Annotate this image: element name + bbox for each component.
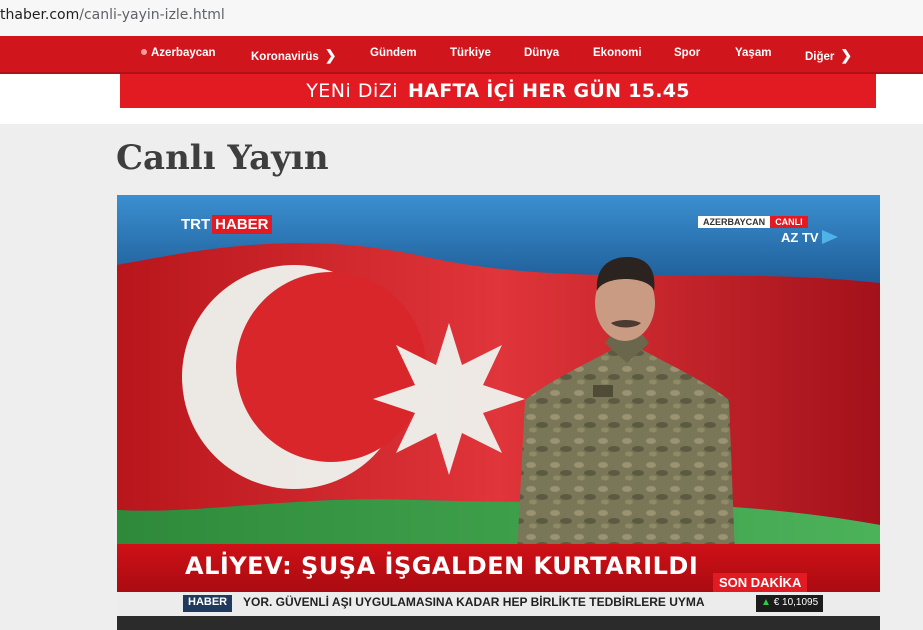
play-triangle-icon	[822, 230, 839, 244]
logo-trt-text: TRT	[181, 216, 211, 233]
live-label: CANLI	[770, 216, 808, 228]
nav-item-label: Dünya	[524, 47, 560, 59]
banner-strip: YENi DiZi HAFTA İÇİ HER GÜN 15.45	[0, 74, 923, 124]
player-bottom-strip	[117, 616, 880, 630]
browser-address-bar[interactable]: thaber.com/canli-yayin-izle.html	[0, 0, 923, 36]
chevron-right-icon: ❯	[324, 47, 337, 63]
ticker-label: HABER	[183, 595, 233, 612]
channel-logo: AZ TV	[781, 230, 839, 245]
logo-haber-text: HABER	[212, 215, 272, 234]
nav-item-label: Spor	[674, 47, 701, 59]
url-path: /canli-yayin-izle.html	[79, 7, 225, 23]
trt-haber-logo: TRT HABER	[181, 215, 272, 234]
nav-item-label: Türkiye	[450, 47, 491, 59]
nav-item-spor[interactable]: Spor	[674, 47, 700, 59]
banner-text-schedule: HAFTA İÇİ HER GÜN 15.45	[408, 80, 690, 102]
nav-item-ekonomi[interactable]: Ekonomi	[593, 47, 642, 59]
nav-item-koronavirus[interactable]: Koronavirüs ❯	[251, 47, 336, 64]
nav-item-label: Diğer	[805, 51, 835, 63]
breaking-news-badge: SON DAKİKA	[713, 573, 808, 593]
chevron-right-icon: ❯	[840, 47, 853, 63]
url-host: thaber.com	[0, 7, 80, 23]
nav-item-label: Yaşam	[735, 47, 772, 59]
nav-item-gundem[interactable]: Gündem	[370, 47, 417, 59]
live-video-player[interactable]: TRT HABER AZERBAYCAN CANLI AZ TV ALİYEV: Ş…	[117, 195, 880, 630]
arrow-up-icon: ▲	[761, 597, 771, 608]
nav-item-diger[interactable]: Diğer ❯	[805, 47, 852, 64]
nav-item-label: Gündem	[370, 47, 417, 59]
channel-name: AZ TV	[781, 230, 819, 245]
ticker-text: YOR. GÜVENLİ AŞI UYGULAMASINA KADAR HEP …	[243, 595, 705, 609]
currency-value: € 10,1095	[773, 597, 819, 608]
nav-item-turkiye[interactable]: Türkiye	[450, 47, 491, 59]
live-country-label: AZERBAYCAN	[698, 216, 771, 228]
live-tag: AZERBAYCAN CANLI	[698, 216, 808, 231]
nav-item-label: Koronavirüs	[251, 51, 319, 63]
nav-item-yasam[interactable]: Yaşam	[735, 47, 771, 59]
main-nav: Azerbaycan Koronavirüs ❯ Gündem Türkiye D…	[0, 36, 923, 74]
nav-item-azerbaycan[interactable]: Azerbaycan	[141, 47, 216, 59]
promo-banner[interactable]: YENi DiZi HAFTA İÇİ HER GÜN 15.45	[120, 74, 876, 108]
page-title: Canlı Yayın	[116, 138, 329, 178]
live-dot-icon	[141, 49, 147, 55]
nav-item-dunya[interactable]: Dünya	[524, 47, 559, 59]
nav-item-label: Ekonomi	[593, 47, 642, 59]
nav-item-label: Azerbaycan	[151, 47, 216, 59]
url-text[interactable]: thaber.com/canli-yayin-izle.html	[0, 7, 225, 23]
currency-rate: ▲ € 10,1095	[756, 595, 824, 612]
headline-text: ALİYEV: ŞUŞA İŞGALDEN KURTARILDI	[185, 552, 699, 580]
banner-text-series: YENi DiZi	[306, 80, 399, 102]
news-ticker: HABER YOR. GÜVENLİ AŞI UYGULAMASINA KADA…	[117, 592, 880, 616]
